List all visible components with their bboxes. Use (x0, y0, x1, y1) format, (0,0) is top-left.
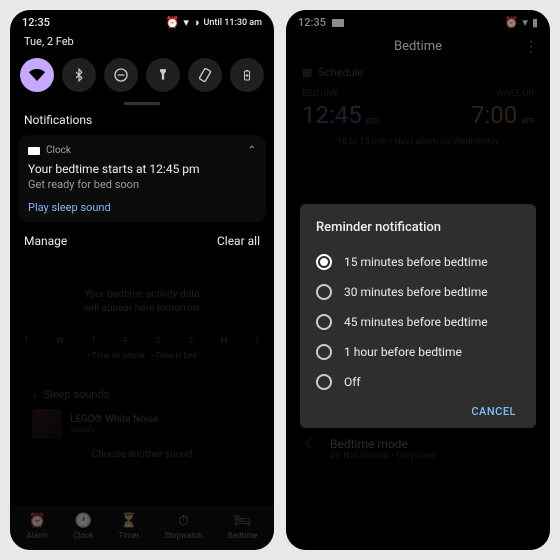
dialog-title: Reminder notification (316, 220, 520, 235)
status-bar: 12:35 ⏰ ▾ ◑ Until 11:30 am (10, 10, 274, 31)
qs-autorotate[interactable] (188, 58, 222, 92)
timer-nav-icon: ⏳ (120, 513, 137, 529)
date-label: Tue, 2 Feb (24, 35, 74, 48)
nav-clock[interactable]: 🕐 Clock (73, 513, 93, 540)
day-tick: T (255, 336, 260, 345)
left-phone: 12:35 ⏰ ▾ ◑ Until 11:30 am Tue, 2 Feb No… (10, 10, 274, 550)
nav-label: Stopwatch (165, 531, 203, 540)
clock-nav-icon: 🕐 (74, 513, 91, 529)
radio-icon (316, 284, 332, 300)
manage-button[interactable]: Manage (24, 234, 67, 248)
activity-caption-1: Your bedtime activity data (84, 289, 200, 300)
notifications-header: Notifications (10, 109, 274, 131)
day-tick: T (91, 336, 96, 345)
shade-handle[interactable] (124, 102, 160, 105)
clock-app-label: Clock (46, 145, 71, 156)
nav-label: Bedtime (228, 531, 258, 540)
stopwatch-nav-icon: ⏱ (178, 513, 189, 529)
qs-flashlight[interactable] (146, 58, 180, 92)
nav-label: Alarm (27, 531, 48, 540)
notification-body: Get ready for bed soon (28, 178, 256, 191)
status-icons: ⏰ ▾ ◑ Until 11:30 am (166, 16, 262, 29)
nav-alarm[interactable]: ⏰ Alarm (27, 513, 48, 540)
nav-bedtime[interactable]: 🛏 Bedtime (228, 513, 258, 540)
radio-icon (316, 314, 332, 330)
bottom-nav: ⏰ Alarm 🕐 Clock ⏳ Timer ⏱ Stopwatch 🛏 Bedtime (10, 505, 274, 550)
reminder-dialog: Reminder notification 15 minutes before … (300, 204, 536, 428)
nav-stopwatch[interactable]: ⏱ Stopwatch (165, 513, 203, 540)
nav-timer[interactable]: ⏳ Timer (119, 513, 140, 540)
status-time: 12:35 (22, 16, 50, 29)
alarm-icon: ⏰ (166, 16, 180, 29)
radio-icon (316, 344, 332, 360)
cancel-button[interactable]: CANCEL (316, 397, 520, 420)
clock-notification[interactable]: Clock ⌃ Your bedtime starts at 12:45 pm … (18, 135, 266, 222)
quick-settings-row (10, 48, 274, 100)
option-45min[interactable]: 45 minutes before bedtime (316, 307, 520, 337)
album-cover (32, 409, 62, 439)
track-title: LEGO® White Noise (70, 414, 159, 425)
clock-app-icon (28, 147, 40, 155)
play-sleep-sound-action[interactable]: Play sleep sound (28, 201, 256, 214)
option-label: 1 hour before bedtime (344, 345, 462, 359)
radio-icon (316, 374, 332, 390)
option-label: Off (344, 375, 361, 389)
bedtime-nav-icon: 🛏 (234, 513, 252, 529)
qs-battery-saver[interactable] (230, 58, 264, 92)
option-label: 15 minutes before bedtime (344, 255, 488, 269)
option-off[interactable]: Off (316, 367, 520, 397)
nav-label: Clock (73, 531, 93, 540)
until-label: Until 11:30 am (204, 18, 262, 28)
qs-dnd[interactable] (104, 58, 138, 92)
wifi-icon: ▾ (183, 16, 189, 29)
collapse-icon[interactable]: ⌃ (248, 145, 256, 156)
choose-sound-button[interactable]: Choose another sound (32, 449, 252, 460)
shade-date-row: Tue, 2 Feb (10, 31, 274, 48)
nav-label: Timer (119, 531, 140, 540)
option-label: 30 minutes before bedtime (344, 285, 488, 299)
right-phone: 12:35 ⏰ ▾ ▮ Bedtime ⋮ ▦Schedule BEDTIME … (286, 10, 550, 550)
qs-wifi[interactable] (20, 58, 54, 92)
day-tick: W (56, 336, 63, 345)
option-30min[interactable]: 30 minutes before bedtime (316, 277, 520, 307)
notification-title: Your bedtime starts at 12:45 pm (28, 162, 256, 176)
day-tick: S (188, 336, 193, 345)
legend-phone: • Time on phone (87, 351, 145, 360)
option-label: 45 minutes before bedtime (344, 315, 488, 329)
background-bedtime-content: Your bedtime activity data will appear h… (10, 288, 274, 468)
music-icon: ♪ (32, 388, 38, 401)
option-15min[interactable]: 15 minutes before bedtime (316, 247, 520, 277)
day-tick: M (221, 336, 228, 345)
dnd-icon: ◑ (193, 16, 200, 29)
day-tick: S (156, 336, 161, 345)
option-1hr[interactable]: 1 hour before bedtime (316, 337, 520, 367)
qs-bluetooth[interactable] (62, 58, 96, 92)
radio-selected-icon (316, 254, 332, 270)
legend-bed: • Time in bed (151, 351, 197, 360)
activity-caption-2: will appear here tomorrow (84, 303, 200, 314)
clear-all-button[interactable]: Clear all (217, 234, 260, 248)
alarm-nav-icon: ⏰ (29, 513, 46, 529)
sleep-sounds-label: Sleep sounds (44, 388, 110, 401)
day-tick: T (24, 336, 29, 345)
day-tick: F (124, 336, 128, 345)
track-source: Spotify (70, 425, 159, 434)
